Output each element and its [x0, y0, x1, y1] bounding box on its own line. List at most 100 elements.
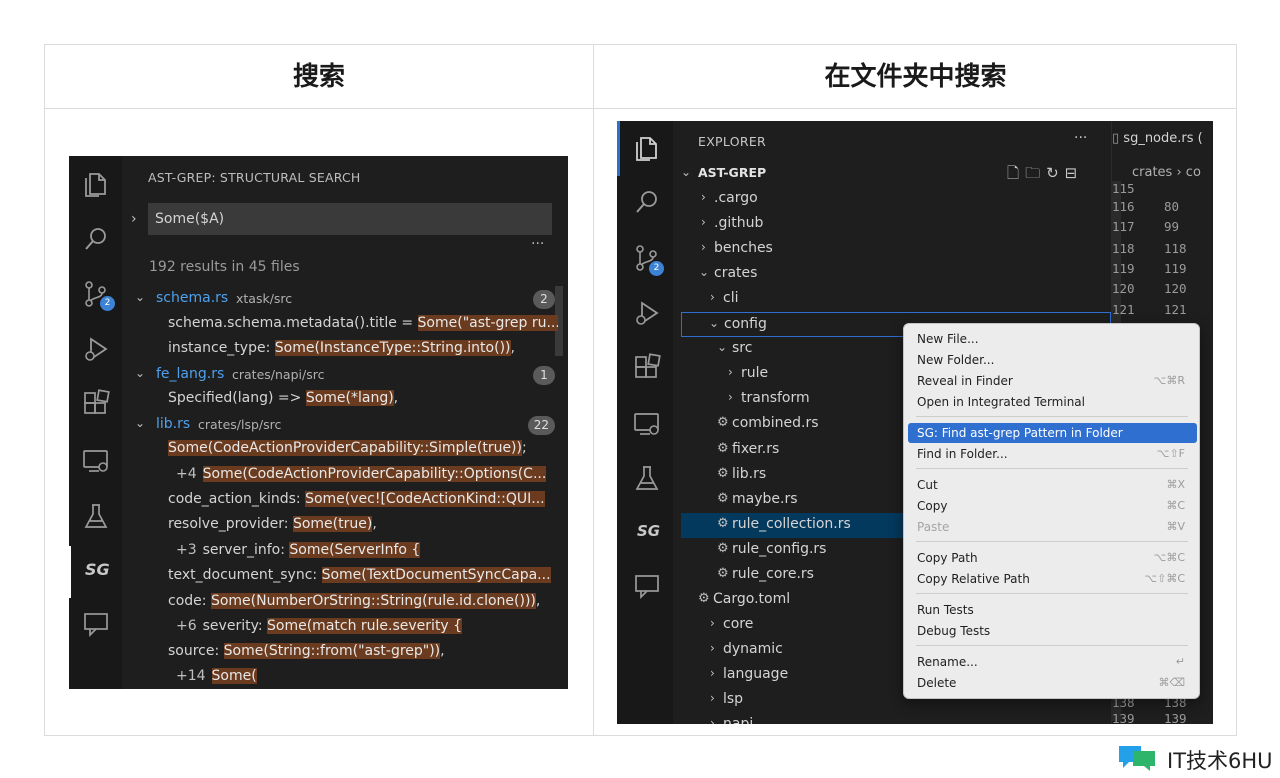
chat-icon[interactable]	[81, 609, 111, 639]
more-actions-icon[interactable]: ···	[531, 236, 544, 252]
chevron-down-icon[interactable]: ⌄	[135, 416, 145, 430]
workspace-root[interactable]: AST-GREP	[698, 165, 766, 180]
testing-flask-icon[interactable]	[81, 501, 111, 531]
match-line[interactable]: +6 severity: Some(match rule.severity {	[176, 618, 566, 642]
collapsed-lines-count: +14	[176, 668, 206, 684]
line-number: 80	[1164, 199, 1180, 214]
chevron-right-icon[interactable]: ›	[131, 211, 137, 227]
watermark-logo-icon	[1119, 746, 1155, 771]
result-file-row[interactable]: ⌄ fe_lang.rs crates/napi/src 1	[135, 364, 555, 388]
context-menu-item[interactable]: New File...	[908, 329, 1197, 349]
context-menu-item[interactable]: Reveal in Finder ⌥⌘R	[908, 371, 1197, 391]
context-menu-item[interactable]: Copy Relative Path ⌥⇧⌘C	[908, 569, 1197, 589]
match-line[interactable]: +4 Some(CodeActionProviderCapability::Opt…	[176, 466, 566, 490]
files-icon[interactable]	[81, 169, 111, 199]
context-menu-item[interactable]: Run Tests	[908, 600, 1197, 620]
tree-item-label: .cargo	[714, 190, 758, 206]
chevron-right-icon[interactable]: ›	[701, 190, 706, 204]
remote-explorer-icon[interactable]	[81, 446, 111, 476]
chevron-down-icon[interactable]: ⌄	[709, 316, 719, 330]
watermark: IT技术6HU	[1117, 742, 1273, 774]
tree-item-label: lsp	[723, 691, 744, 707]
remote-explorer-icon[interactable]	[632, 409, 662, 439]
tree-folder[interactable]: › benches	[681, 237, 1111, 262]
result-file-row[interactable]: ⌄ schema.rs xtask/src 2	[135, 288, 555, 312]
chevron-right-icon[interactable]: ›	[710, 616, 715, 630]
new-file-icon[interactable]: 🗋	[1007, 164, 1025, 182]
search-input[interactable]: Some($A)	[148, 203, 552, 235]
match-line[interactable]: instance_type: Some(InstanceType::String…	[168, 340, 558, 364]
match-line[interactable]: resolve_provider: Some(true),	[168, 516, 558, 540]
breadcrumb-item[interactable]: co	[1186, 165, 1201, 180]
result-file-row[interactable]: ⌄ lib.rs crates/lsp/src 22	[135, 414, 555, 438]
testing-flask-icon[interactable]	[632, 463, 662, 493]
chevron-down-icon[interactable]: ⌄	[717, 340, 727, 354]
context-menu-item[interactable]: New Folder...	[908, 350, 1197, 370]
line-number: 121	[1112, 302, 1135, 317]
chevron-down-icon[interactable]: ⌄	[699, 265, 709, 279]
match-context: text_document_sync:	[168, 567, 322, 583]
tree-folder[interactable]: ⌄ crates	[681, 262, 1111, 287]
context-menu-item[interactable]: Rename... ↵	[908, 652, 1197, 672]
chevron-right-icon[interactable]: ›	[710, 691, 715, 705]
refresh-icon[interactable]: ↻	[1046, 164, 1065, 182]
context-menu-item[interactable]: Copy Path ⌥⌘C	[908, 548, 1197, 568]
chevron-down-icon[interactable]: ⌄	[135, 290, 145, 304]
match-line[interactable]: text_document_sync: Some(TextDocumentSyn…	[168, 567, 558, 591]
extensions-icon[interactable]	[81, 389, 111, 419]
chevron-down-icon[interactable]: ⌄	[681, 165, 691, 179]
context-menu-item[interactable]: SG: Find ast-grep Pattern in Folder	[908, 423, 1197, 443]
menu-item-shortcut: ⌥⇧F	[1156, 447, 1185, 460]
tree-item-label: .github	[714, 215, 764, 231]
activity-bar: 2 SG	[69, 156, 122, 689]
new-folder-icon[interactable]: 🗀	[1025, 164, 1046, 182]
extensions-icon[interactable]	[632, 353, 662, 383]
run-debug-icon[interactable]	[632, 298, 662, 328]
editor-tab[interactable]: ▯ sg_node.rs (	[1112, 131, 1203, 146]
files-icon[interactable]	[632, 133, 662, 163]
match-line[interactable]: +3 server_info: Some(ServerInfo {	[176, 542, 566, 566]
context-menu-item[interactable]: Delete ⌘⌫	[908, 673, 1197, 693]
match-line[interactable]: code_action_kinds: Some(vec![CodeActionK…	[168, 491, 558, 515]
chevron-right-icon[interactable]: ›	[710, 716, 715, 724]
context-menu-item[interactable]: Open in Integrated Terminal	[908, 392, 1197, 412]
match-line[interactable]: code: Some(NumberOrString::String(rule.i…	[168, 593, 558, 617]
chevron-right-icon[interactable]: ›	[710, 290, 715, 304]
match-line[interactable]: schema.schema.metadata().title = Some("a…	[168, 315, 558, 339]
tree-item-label: fixer.rs	[732, 441, 780, 457]
context-menu-item[interactable]: Find in Folder... ⌥⇧F	[908, 444, 1197, 464]
explorer-title: EXPLORER	[698, 134, 767, 149]
chevron-right-icon[interactable]: ›	[701, 215, 706, 229]
chevron-right-icon[interactable]: ›	[728, 390, 733, 404]
match-line[interactable]: Some(CodeActionProviderCapability::Simpl…	[168, 440, 558, 464]
context-menu-item[interactable]: Copy ⌘C	[908, 496, 1197, 516]
chevron-right-icon[interactable]: ›	[710, 641, 715, 655]
chevron-right-icon[interactable]: ›	[710, 666, 715, 680]
match-line[interactable]: Specified(lang) => Some(*lang),	[168, 390, 558, 414]
match-context: code_action_kinds:	[168, 491, 306, 507]
ast-grep-sg-icon[interactable]: SG	[637, 522, 660, 540]
chevron-down-icon[interactable]: ⌄	[135, 366, 145, 380]
tree-item-label: Cargo.toml	[713, 591, 791, 607]
tree-folder[interactable]: › .github	[681, 212, 1111, 237]
search-icon[interactable]	[632, 187, 662, 217]
match-context: schema.schema.metadata().title =	[168, 315, 418, 331]
file-icon: ▯	[1112, 131, 1124, 146]
chat-icon[interactable]	[632, 571, 662, 601]
chevron-right-icon[interactable]: ›	[701, 240, 706, 254]
breadcrumb-item[interactable]: crates	[1132, 165, 1172, 180]
more-actions-icon[interactable]: ···	[1074, 130, 1087, 146]
collapse-all-icon[interactable]: ⊟	[1065, 164, 1084, 182]
chevron-right-icon[interactable]: ›	[728, 365, 733, 379]
context-menu-item[interactable]: Debug Tests	[908, 621, 1197, 641]
tree-folder[interactable]: › napi	[681, 713, 1111, 724]
ast-grep-sg-icon[interactable]: SG	[85, 560, 110, 579]
search-icon[interactable]	[81, 224, 111, 254]
match-line[interactable]: +14 Some(	[176, 668, 566, 689]
tree-folder[interactable]: › .cargo	[681, 187, 1111, 212]
run-debug-icon[interactable]	[81, 334, 111, 364]
match-line[interactable]: source: Some(String::from("ast-grep")),	[168, 643, 558, 667]
context-menu-item[interactable]: Cut ⌘X	[908, 475, 1197, 495]
tree-folder[interactable]: › cli	[681, 287, 1111, 312]
tree-item-label: dynamic	[723, 641, 783, 657]
